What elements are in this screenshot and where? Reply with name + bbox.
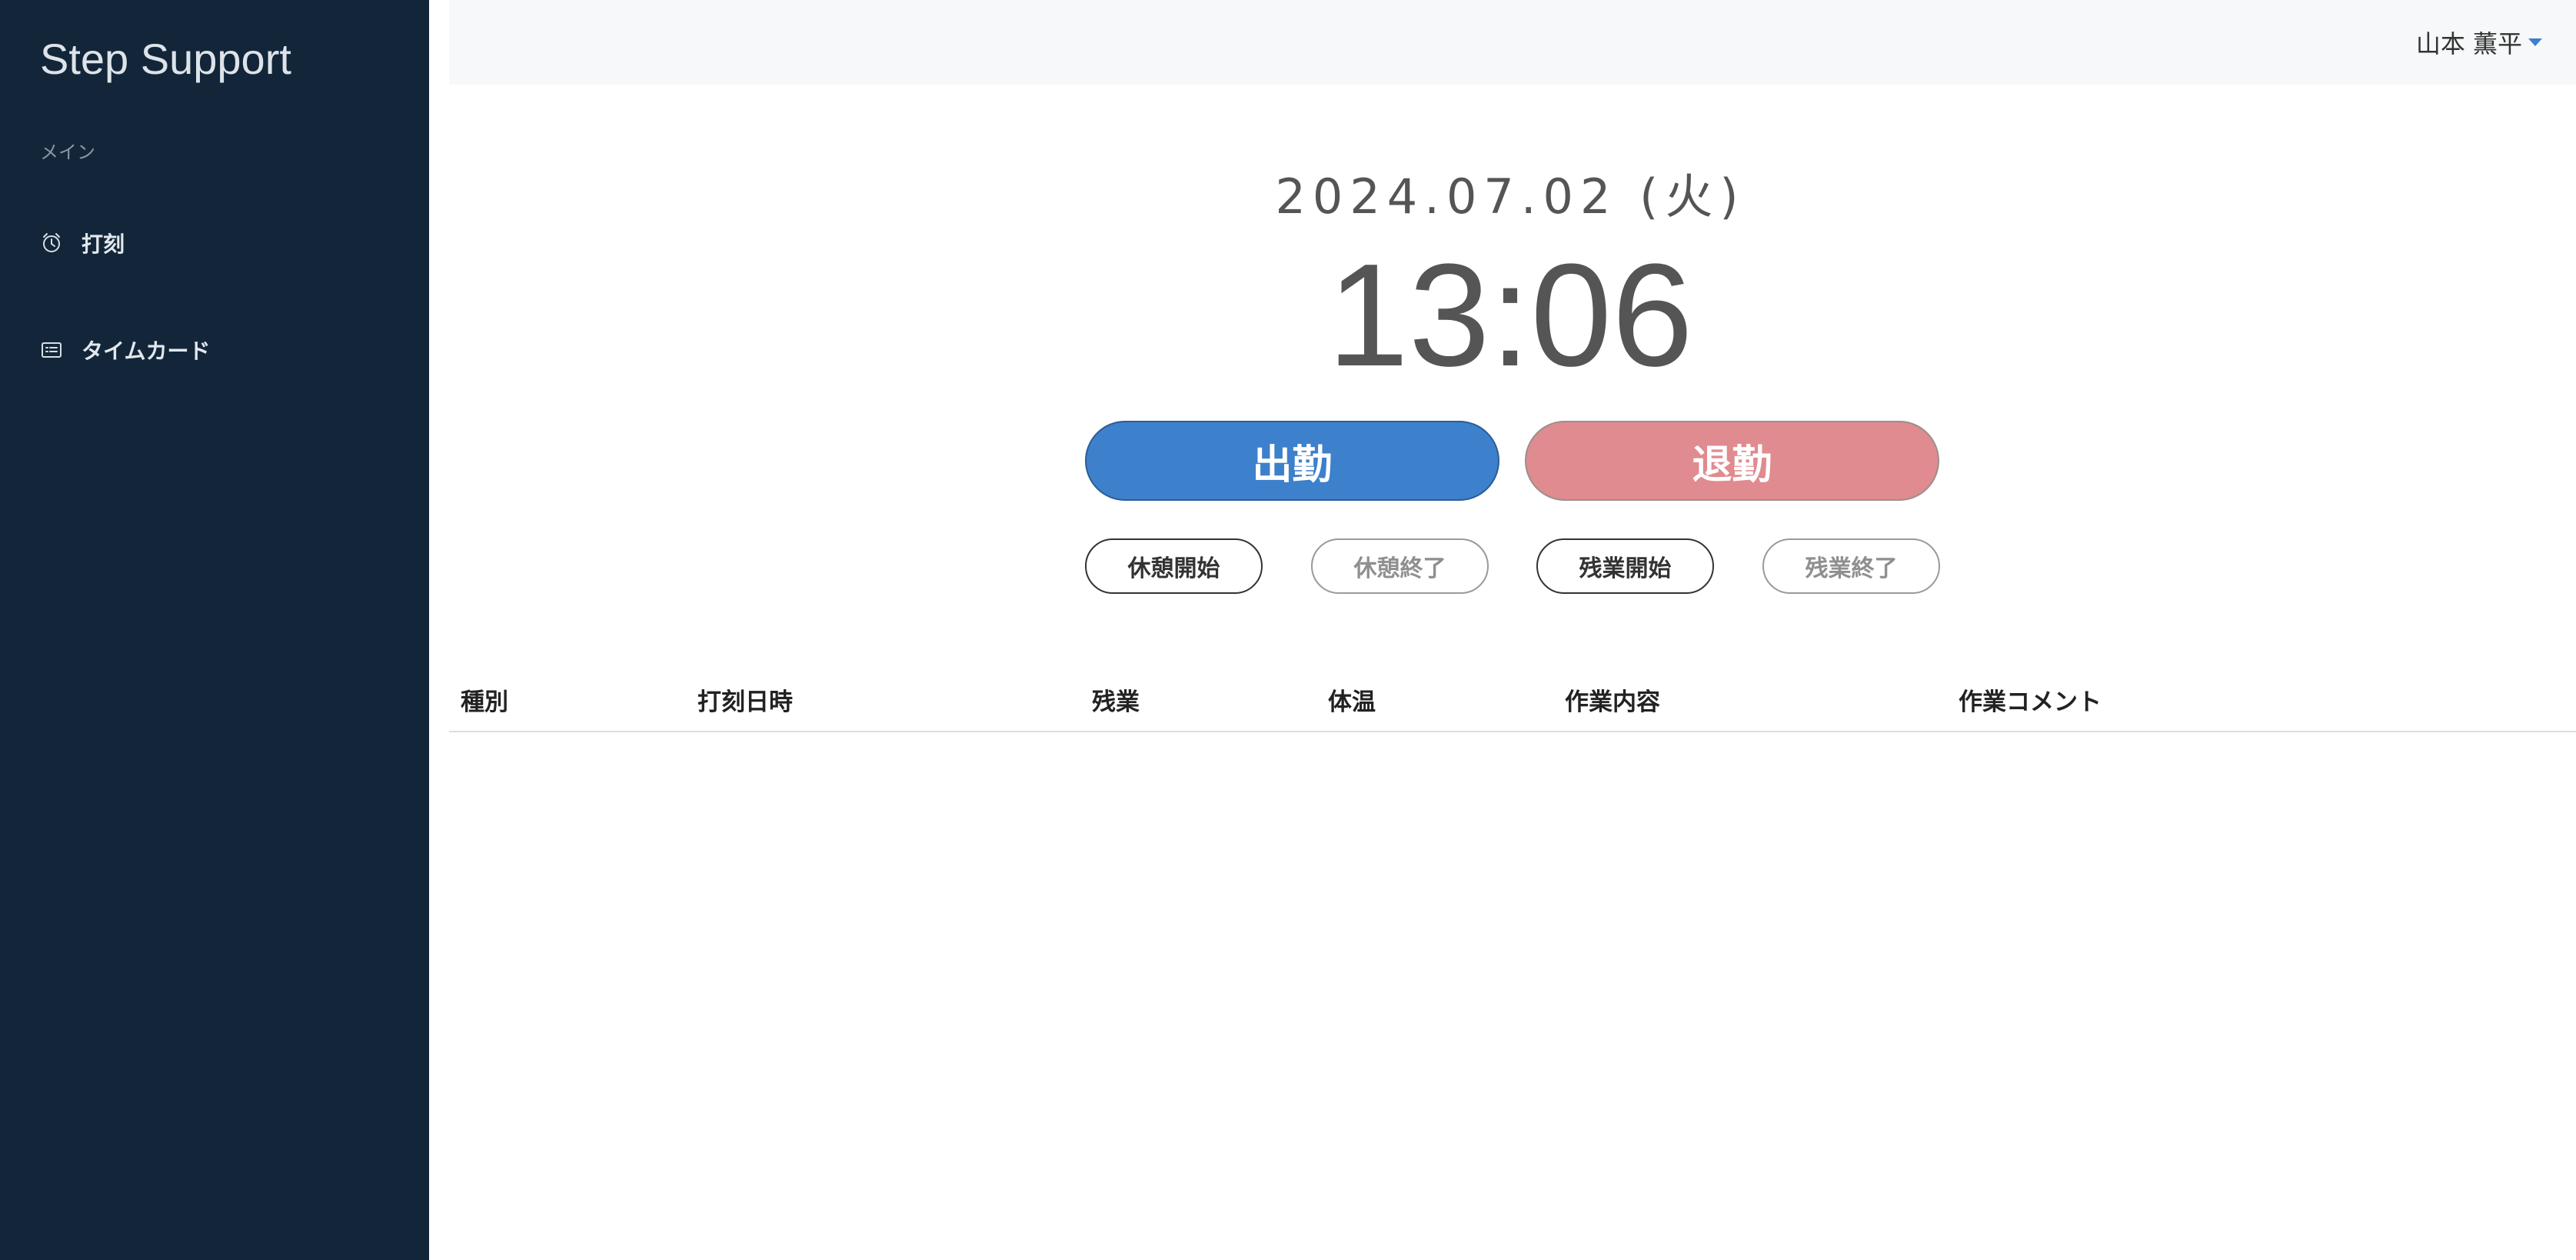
sidebar-item-label: タイムカード: [82, 338, 211, 364]
column-header-temperature: 体温: [1328, 688, 1376, 716]
overtime-end-button[interactable]: 残業終了: [1762, 538, 1940, 594]
overtime-start-button[interactable]: 残業開始: [1536, 538, 1714, 594]
user-menu-dropdown[interactable]: 山本 薫平: [2416, 25, 2542, 60]
sidebar-item-timecard[interactable]: タイムカード: [40, 331, 210, 369]
clock-in-button[interactable]: 出勤: [1085, 421, 1499, 501]
top-bar: 山本 薫平: [449, 0, 2576, 85]
current-date: 2024.07.02 (火): [1275, 168, 1746, 225]
sidebar-item-stamp[interactable]: 打刻: [40, 224, 125, 262]
column-header-datetime: 打刻日時: [697, 688, 793, 716]
current-time: 13:06: [1327, 234, 1693, 397]
nav-section-label: メイン: [40, 142, 95, 163]
column-header-overtime: 残業: [1092, 688, 1140, 716]
user-name: 山本 薫平: [2415, 29, 2522, 58]
sidebar: Step Support メイン 打刻 タイムカード: [0, 0, 429, 1260]
app-brand[interactable]: Step Support: [40, 34, 291, 84]
clock-out-button[interactable]: 退勤: [1525, 421, 1939, 501]
card-list-icon: [40, 338, 63, 362]
stamp-history-table: 種別 打刻日時 残業 体温 作業内容 作業コメント: [449, 662, 2576, 732]
break-start-button[interactable]: 休憩開始: [1085, 538, 1263, 594]
alarm-clock-icon: [40, 232, 63, 255]
break-end-button[interactable]: 休憩終了: [1311, 538, 1489, 594]
column-header-work-comment: 作業コメント: [1959, 688, 2102, 716]
sidebar-item-label: 打刻: [82, 232, 125, 257]
column-header-type: 種別: [461, 688, 508, 716]
column-header-work-content: 作業内容: [1565, 688, 1660, 716]
caret-down-icon: [2528, 38, 2542, 46]
